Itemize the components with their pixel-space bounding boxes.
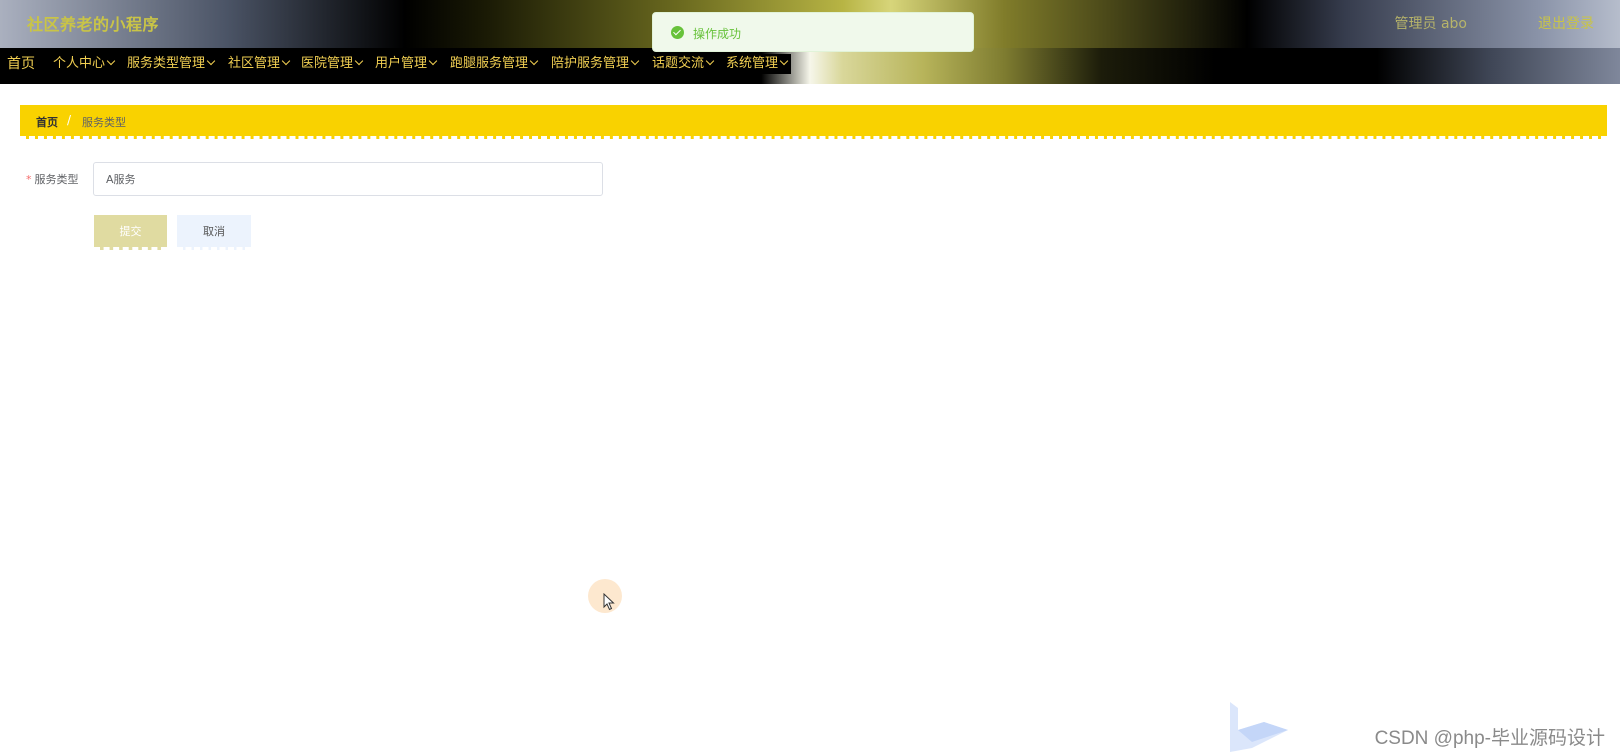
service-type-input[interactable] (93, 162, 603, 196)
cancel-button[interactable]: 取消 (177, 215, 251, 250)
breadcrumb-current: 服务类型 (82, 116, 126, 129)
nav-item-escort-service-management[interactable]: 陪护服务管理 (547, 54, 643, 74)
chevron-down-icon (281, 56, 291, 66)
current-user-label: 管理员 abo (1394, 16, 1467, 32)
nav-item-service-type-management[interactable]: 服务类型管理 (123, 54, 219, 74)
main-nav: 首页 个人中心 服务类型管理 社区管理 医院管理 用户管理 跑腿服务管理 陪护服… (0, 48, 1620, 84)
nav-item-label: 医院管理 (301, 56, 354, 71)
nav-item-system-management[interactable]: 系统管理 (722, 54, 792, 74)
app-title: 社区养老的小程序 (27, 15, 160, 34)
nav-item-home[interactable]: 首页 (3, 54, 47, 74)
breadcrumb-home-link[interactable]: 首页 (36, 114, 58, 130)
nav-item-personal-center[interactable]: 个人中心 (49, 54, 119, 74)
nav-item-community-management[interactable]: 社区管理 (224, 54, 294, 74)
required-mark: * (26, 173, 32, 186)
nav-item-errand-service-management[interactable]: 跑腿服务管理 (446, 54, 542, 74)
csdn-logo-icon (1230, 702, 1288, 752)
service-type-label: * 服务类型 (26, 171, 79, 187)
nav-item-label: 个人中心 (53, 56, 106, 71)
nav-item-label: 社区管理 (228, 56, 281, 71)
nav-item-topic-discussion[interactable]: 话题交流 (648, 54, 718, 74)
nav-item-label: 用户管理 (375, 56, 428, 71)
nav-item-label: 话题交流 (652, 56, 705, 71)
mouse-cursor-icon (603, 593, 615, 611)
nav-item-label: 跑腿服务管理 (450, 56, 529, 71)
breadcrumb-separator: / (67, 113, 72, 127)
service-type-label-text: 服务类型 (34, 173, 79, 186)
nav-item-user-management[interactable]: 用户管理 (371, 54, 441, 74)
chevron-down-icon (529, 56, 539, 66)
chevron-down-icon (779, 56, 789, 66)
chevron-down-icon (630, 56, 640, 66)
toast-message: 操作成功 (693, 27, 742, 41)
nav-item-label: 首页 (7, 56, 35, 72)
success-toast: 操作成功 (652, 12, 974, 52)
watermark-text: CSDN @php-毕业源码设计 (1374, 728, 1605, 749)
nav-item-label: 陪护服务管理 (551, 56, 630, 71)
nav-item-hospital-management[interactable]: 医院管理 (297, 54, 367, 74)
check-circle-icon (671, 26, 684, 39)
breadcrumb: 首页 / 服务类型 (20, 105, 1607, 139)
chevron-down-icon (206, 56, 216, 66)
logout-link[interactable]: 退出登录 (1538, 13, 1594, 33)
chevron-down-icon (354, 56, 364, 66)
nav-item-label: 系统管理 (726, 56, 779, 71)
chevron-down-icon (428, 56, 438, 66)
chevron-down-icon (705, 56, 715, 66)
nav-item-label: 服务类型管理 (127, 56, 206, 71)
submit-button[interactable]: 提交 (94, 215, 167, 250)
chevron-down-icon (106, 56, 116, 66)
